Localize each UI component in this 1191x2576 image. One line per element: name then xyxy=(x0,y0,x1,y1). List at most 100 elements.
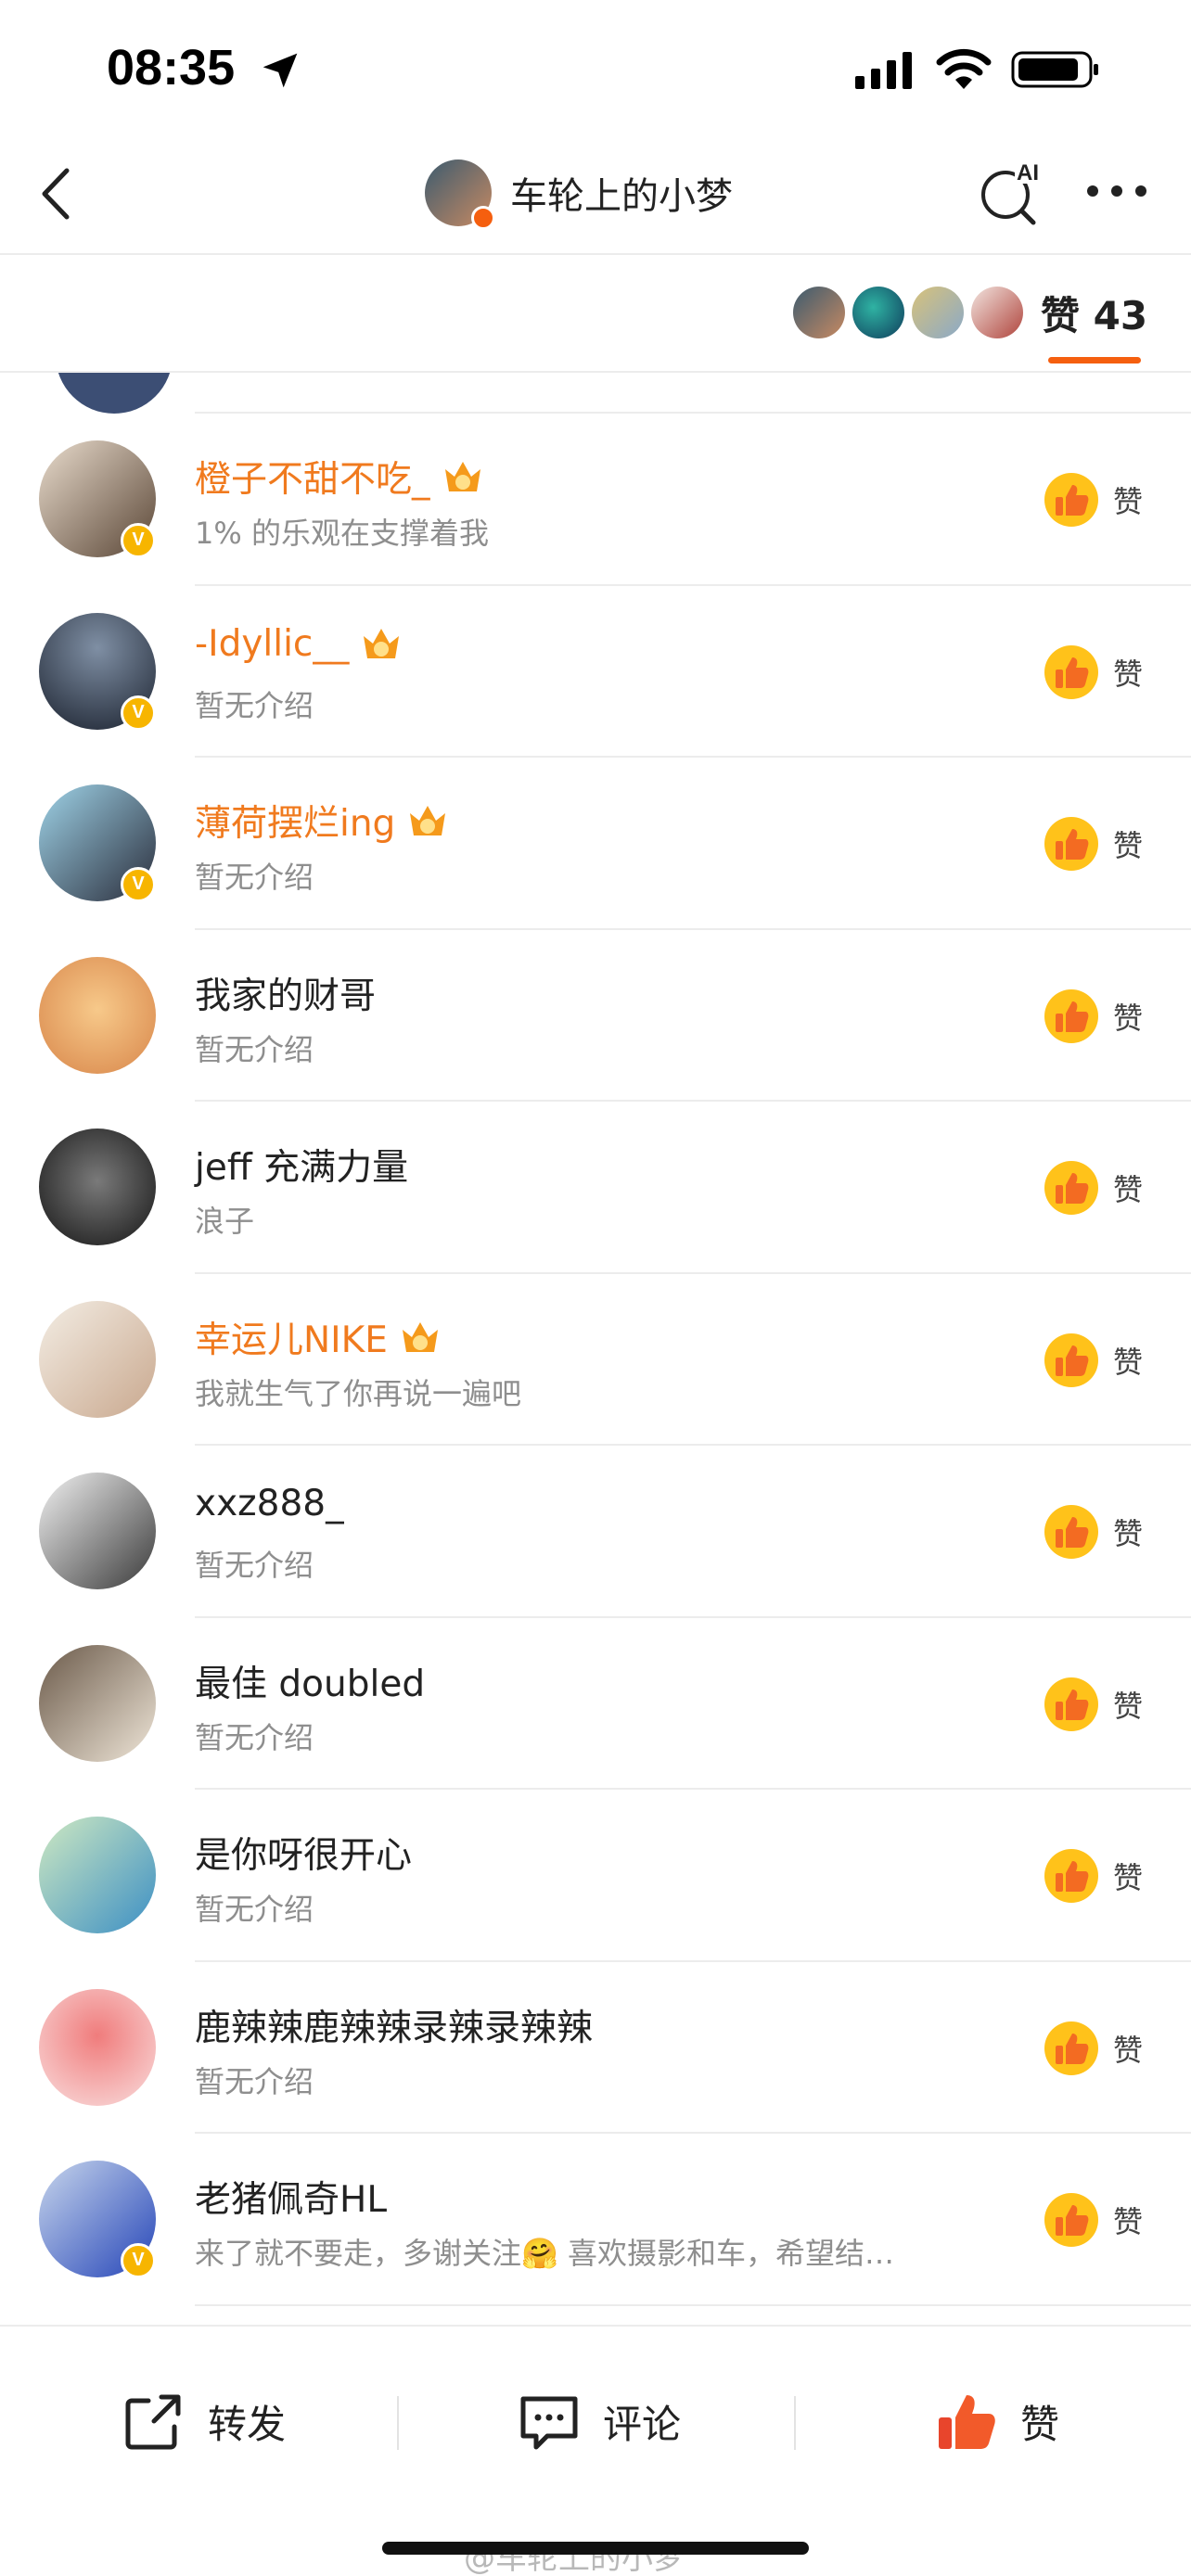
user-bio: 暂无介绍 xyxy=(195,860,314,895)
list-item[interactable]: 鹿辣辣鹿辣辣录辣录辣辣暂无介绍 赞 xyxy=(0,1962,1191,2135)
list-item[interactable]: 我家的财哥 暂无介绍 赞 xyxy=(0,930,1191,1103)
like-button[interactable]: 赞 xyxy=(1043,1159,1143,1217)
user-bio: 我就生气了你再说一遍吧 xyxy=(195,1375,522,1411)
thumbs-up-icon xyxy=(1044,1849,1098,1903)
user-name[interactable]: xxz888_ xyxy=(195,1483,344,1524)
like-button[interactable]: 赞 xyxy=(1043,1503,1143,1561)
thumbs-up-icon xyxy=(1044,1161,1098,1215)
verified-badge-icon: V xyxy=(121,523,156,558)
avatar[interactable] xyxy=(39,1300,156,1418)
like-button[interactable]: 赞 xyxy=(1043,1847,1143,1905)
back-arrow-icon[interactable] xyxy=(26,161,91,226)
comment-button[interactable]: 评论 xyxy=(516,2384,681,2458)
avatar[interactable] xyxy=(39,1644,156,1762)
like-label: 赞 xyxy=(1113,1344,1144,1380)
list-item[interactable]: jeff 充满力量浪子 赞 xyxy=(0,1102,1191,1274)
thumbs-up-icon xyxy=(1044,817,1098,871)
user-name[interactable]: 最佳 doubled xyxy=(195,1655,425,1707)
avatar xyxy=(971,287,1023,338)
like-label: 赞 xyxy=(1113,1688,1144,1724)
avatar[interactable] xyxy=(39,956,156,1074)
user-bio: 暂无介绍 xyxy=(195,1719,314,1755)
avatar[interactable] xyxy=(39,1473,156,1589)
verified-badge-icon xyxy=(471,206,495,230)
like-button[interactable]: 赞 xyxy=(1043,1332,1143,1389)
ai-label: AI xyxy=(1017,160,1039,185)
user-bio: 来了就不要走，多谢关注🤗 喜欢摄影和车，希望结… xyxy=(195,2236,895,2271)
list-item[interactable]: 幸运儿NIKE 我就生气了你再说一遍吧 赞 xyxy=(0,1274,1191,1447)
thumbs-up-icon xyxy=(1044,2193,1098,2247)
user-name[interactable]: 老猪佩奇HL xyxy=(195,2171,387,2223)
vip-crown-icon xyxy=(444,462,480,491)
user-name[interactable]: jeff 充满力量 xyxy=(195,1139,408,1191)
avatar xyxy=(852,287,904,338)
like-button[interactable]: 赞 xyxy=(1043,2020,1143,2077)
verified-badge-icon: V xyxy=(121,695,156,731)
battery-icon xyxy=(1011,51,1098,88)
list-item[interactable]: V 薄荷摆烂ing 暂无介绍 赞 xyxy=(0,758,1191,930)
like-button[interactable]: 赞 xyxy=(1043,2191,1143,2249)
list-item[interactable]: V -Idyllic__ 暂无介绍 赞 xyxy=(0,586,1191,759)
likes-header: 赞 43 xyxy=(0,257,1191,373)
thumbs-up-icon xyxy=(1044,1677,1098,1731)
thumbs-up-icon xyxy=(1044,988,1098,1043)
like-label: 赞 xyxy=(1113,484,1144,519)
wifi-icon xyxy=(936,48,992,89)
like-button[interactable]: 赞 xyxy=(1043,1676,1143,1733)
like-label: 赞 xyxy=(1113,1172,1144,1207)
like-label: 赞 xyxy=(1113,2204,1144,2239)
user-name-text: jeff 充满力量 xyxy=(195,1147,409,1189)
home-indicator[interactable] xyxy=(382,2542,809,2555)
user-name-text: 橙子不甜不吃_ xyxy=(195,459,430,501)
like-button[interactable]: 赞 xyxy=(1043,644,1143,701)
list-item[interactable]: V 老猪佩奇HL 来了就不要走，多谢关注🤗 喜欢摄影和车，希望结… 赞 xyxy=(0,2134,1191,2306)
vip-crown-icon xyxy=(364,629,400,658)
like-label: 赞 xyxy=(1020,2401,1060,2447)
list-item[interactable]: xxz888_ 暂无介绍 赞 xyxy=(0,1446,1191,1618)
user-name-text: 是你呀很开心 xyxy=(195,1835,413,1877)
user-name[interactable]: 鹿辣辣鹿辣辣录辣录辣辣 xyxy=(195,1999,593,2051)
like-label: 赞 xyxy=(1113,656,1144,692)
user-name-text: 最佳 doubled xyxy=(195,1663,426,1705)
user-name[interactable]: 薄荷摆烂ing xyxy=(195,795,449,847)
author-header[interactable]: 车轮上的小梦 xyxy=(425,156,733,230)
user-name[interactable]: 幸运儿NIKE xyxy=(195,1311,442,1363)
user-name[interactable]: 是你呀很开心 xyxy=(195,1827,412,1879)
ai-search-icon[interactable]: AI xyxy=(976,156,1046,226)
tab-likes[interactable]: 赞 43 xyxy=(1041,285,1147,341)
cellular-signal-icon xyxy=(855,52,912,89)
thumbs-up-icon xyxy=(1044,473,1098,527)
user-name[interactable]: -Idyllic__ xyxy=(195,623,403,665)
like-list[interactable]: V 橙子不甜不吃_ 1% 的乐观在支撑着我赞 V -Idyllic__ 暂无介绍赞 V 薄荷摆… xyxy=(0,373,1191,2325)
avatar xyxy=(912,287,964,338)
thumbs-up-icon xyxy=(1044,1505,1098,1559)
thumbs-up-icon xyxy=(1044,644,1098,699)
avatar xyxy=(56,373,173,414)
like-button[interactable]: 赞 xyxy=(933,2384,1059,2458)
like-button[interactable]: 赞 xyxy=(1043,815,1143,873)
author-avatar xyxy=(425,159,495,230)
user-bio: 浪子 xyxy=(195,1204,255,1239)
list-item[interactable]: 最佳 doubled 暂无介绍 赞 xyxy=(0,1618,1191,1791)
divider xyxy=(794,2396,796,2450)
vip-crown-icon xyxy=(410,806,446,835)
user-name[interactable]: 橙子不甜不吃_ xyxy=(195,451,484,503)
thumbs-up-icon xyxy=(1044,1333,1098,1387)
repost-button[interactable]: 转发 xyxy=(121,2384,286,2458)
more-options-icon[interactable] xyxy=(1083,182,1150,200)
avatar[interactable] xyxy=(39,1988,156,2106)
like-button[interactable]: 赞 xyxy=(1043,988,1143,1045)
avatar[interactable] xyxy=(39,1817,156,1933)
user-bio: 暂无介绍 xyxy=(195,1548,314,1583)
bottom-action-bar: 转发 评论 赞 @车轮上的小梦 xyxy=(0,2325,1191,2576)
user-bio: 暂无介绍 xyxy=(195,2063,314,2099)
divider xyxy=(397,2396,399,2450)
nav-bar: 车轮上的小梦 AI xyxy=(0,139,1191,255)
user-name[interactable]: 我家的财哥 xyxy=(195,967,376,1019)
liker-avatar-stack xyxy=(793,287,1031,338)
avatar[interactable] xyxy=(39,1129,156,1245)
like-button[interactable]: 赞 xyxy=(1043,471,1143,529)
list-item[interactable]: V 橙子不甜不吃_ 1% 的乐观在支撑着我 赞 xyxy=(0,414,1191,586)
list-item[interactable]: 是你呀很开心 暂无介绍 赞 xyxy=(0,1790,1191,1962)
repost-label: 转发 xyxy=(208,2401,287,2447)
